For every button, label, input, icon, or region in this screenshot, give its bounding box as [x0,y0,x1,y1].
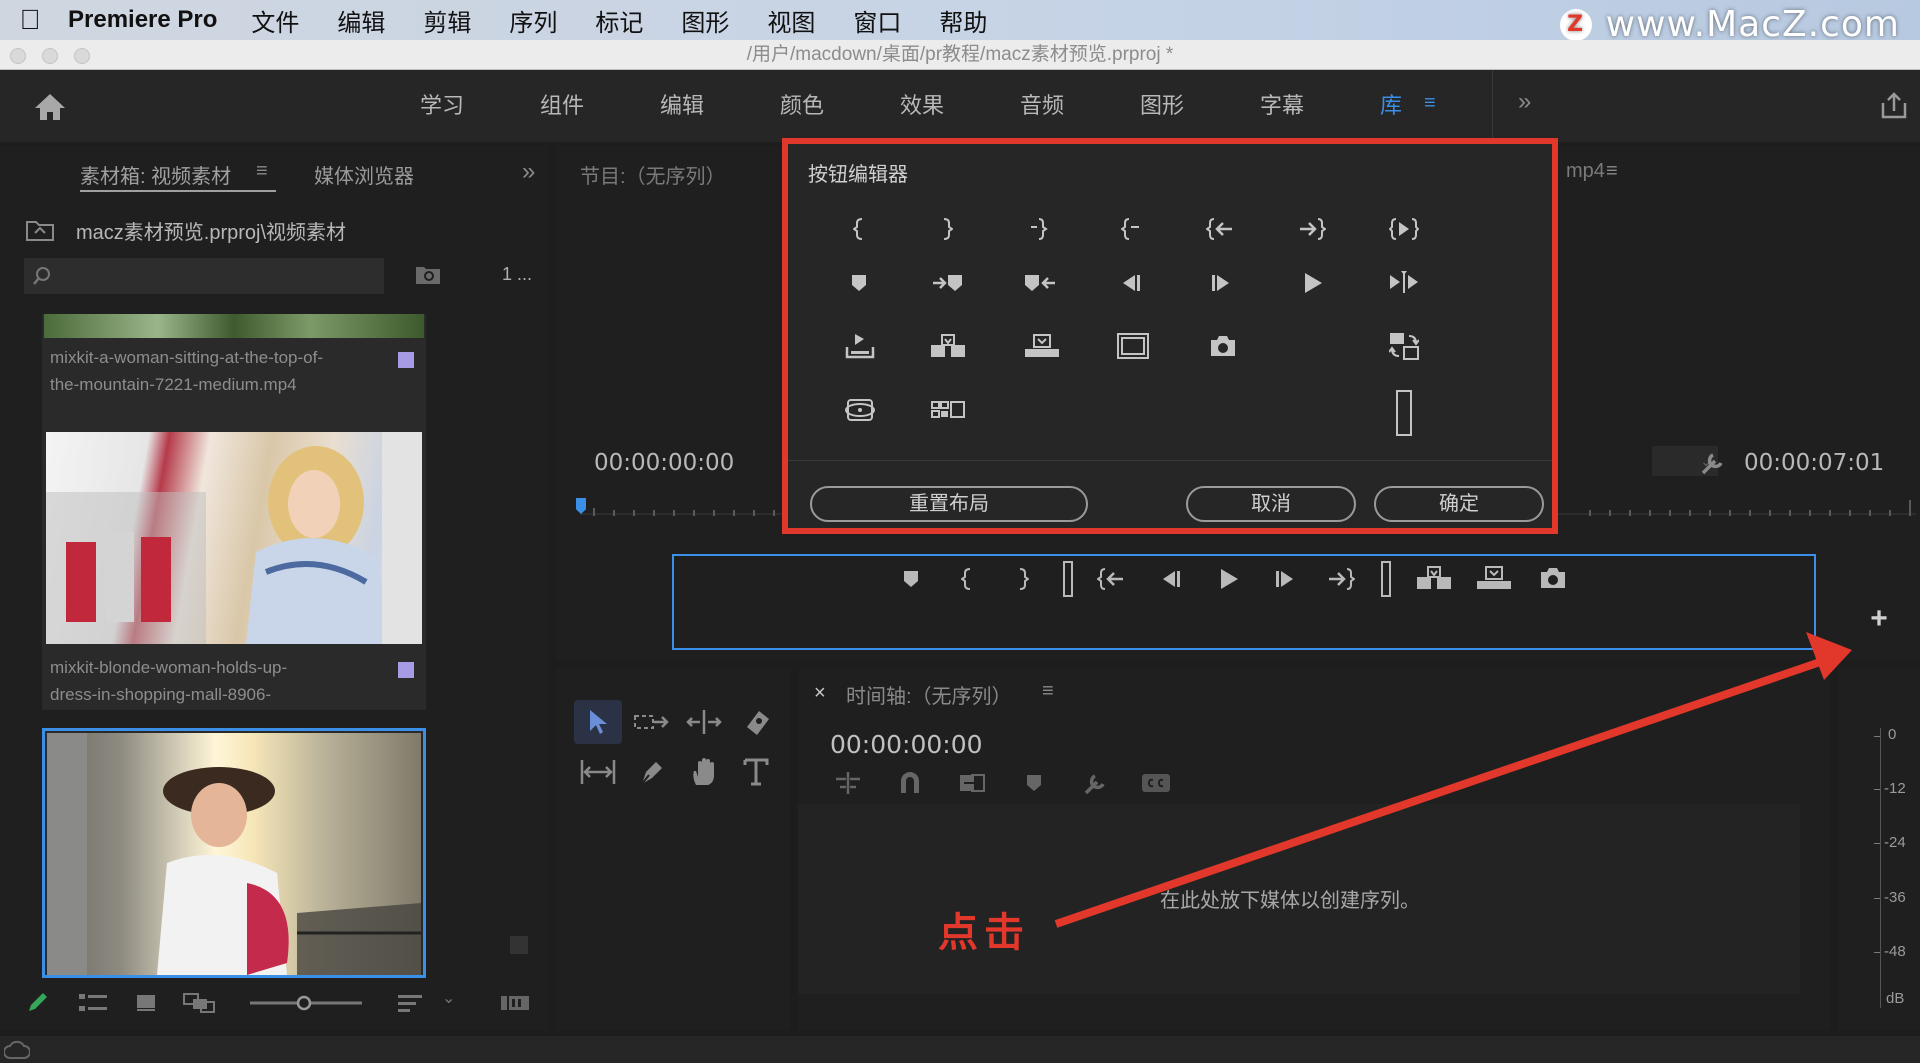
annotation-click-label: 点击 [938,909,1030,956]
